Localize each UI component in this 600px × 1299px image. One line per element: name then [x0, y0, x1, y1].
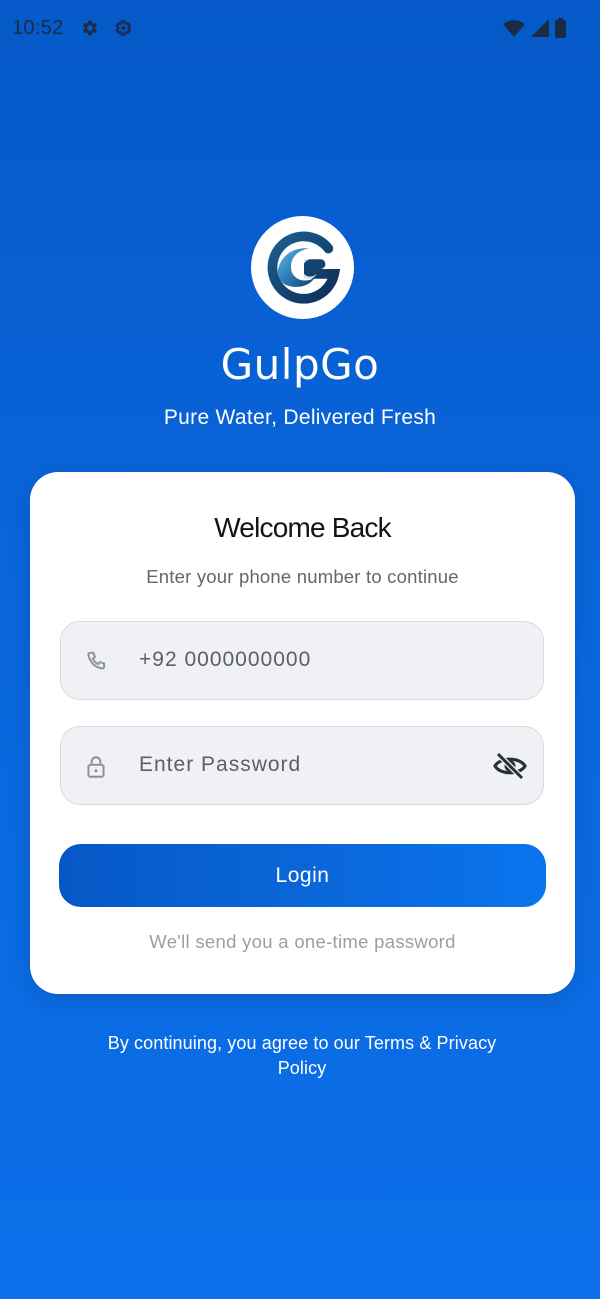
login-card: Welcome Back Enter your phone number to … — [30, 472, 575, 994]
settings-outline-icon — [113, 18, 133, 38]
terms-and-privacy-link[interactable]: By continuing, you agree to our Terms & … — [100, 1031, 504, 1081]
phone-field[interactable] — [60, 621, 544, 700]
eye-off-icon — [493, 752, 527, 780]
battery-icon — [555, 18, 566, 43]
wifi-icon — [503, 19, 525, 42]
app-logo — [251, 216, 354, 319]
login-button[interactable]: Login — [59, 844, 546, 907]
phone-input[interactable] — [139, 622, 479, 698]
phone-icon — [83, 649, 109, 675]
app-name: GulpGo — [220, 340, 380, 389]
status-indicators — [503, 18, 566, 43]
password-input[interactable] — [139, 727, 479, 803]
lock-icon — [83, 754, 109, 780]
cellular-signal-icon — [531, 19, 549, 42]
card-title: Welcome Back — [214, 512, 391, 543]
settings-icon — [80, 18, 100, 38]
otp-hint: We'll send you a one-time password — [149, 931, 456, 952]
password-field[interactable] — [60, 726, 544, 805]
status-bar: 10:52 — [0, 0, 600, 58]
status-time: 10:52 — [12, 17, 64, 39]
toggle-password-visibility-button[interactable] — [493, 750, 527, 782]
app-tagline: Pure Water, Delivered Fresh — [163, 406, 437, 429]
wave-g-logo-icon — [267, 230, 340, 304]
card-subtitle: Enter your phone number to continue — [146, 566, 459, 587]
